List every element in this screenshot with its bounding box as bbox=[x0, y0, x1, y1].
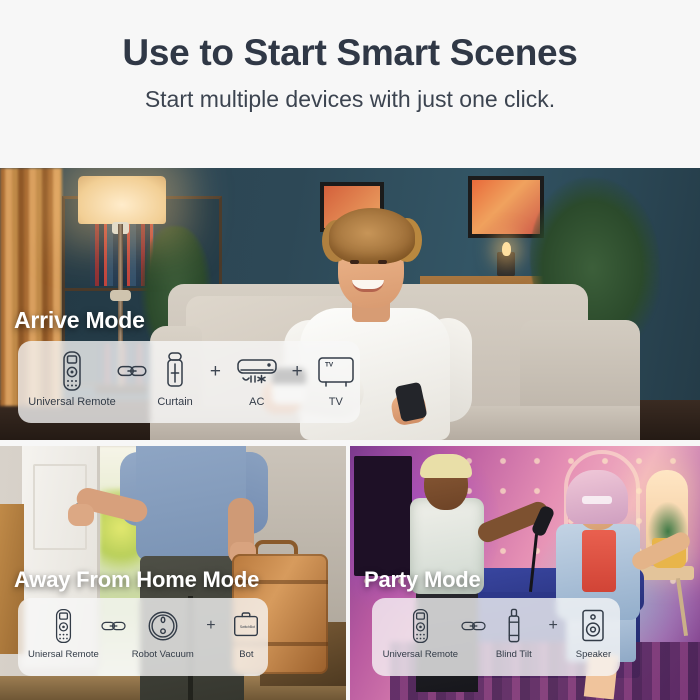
singer2-red-top bbox=[582, 530, 616, 592]
universal-remote-icon bbox=[61, 350, 83, 392]
lamp-shade bbox=[78, 176, 166, 224]
universal-remote-icon bbox=[411, 606, 430, 646]
man-hand-on-door bbox=[68, 504, 94, 526]
device-chip-label: Uniersal Remote bbox=[28, 649, 99, 660]
man-eye-right bbox=[378, 260, 387, 264]
singer1-blond-hair bbox=[420, 454, 472, 478]
page-title: Use to Start Smart Scenes bbox=[122, 32, 578, 73]
link-icon bbox=[117, 363, 147, 379]
svg-text:TV: TV bbox=[325, 362, 334, 369]
plus-connector-1: + bbox=[539, 606, 567, 646]
device-chip-label: Robot Vacuum bbox=[131, 649, 194, 660]
promo-page: Use to Start Smart Scenes Start multiple… bbox=[0, 0, 700, 700]
link-icon bbox=[101, 619, 126, 633]
man-eye-left bbox=[350, 260, 359, 264]
scene-label-arrive-mode: Arrive Mode bbox=[14, 307, 145, 333]
scene-label-party-mode: Party Mode bbox=[364, 567, 481, 592]
plus-connector-1: + bbox=[197, 606, 225, 646]
device-chip-label: Bot bbox=[239, 649, 254, 660]
tv-icon: TV bbox=[315, 350, 357, 392]
device-chip-bot[interactable]: SwitchBot Bot bbox=[225, 606, 268, 660]
arrive-mode-device-panel: Universal Remote Curtain + AC + TV TV bbox=[18, 341, 360, 423]
away-from-home-device-panel: Uniersal Remote Robot Vacuum + SwitchBot… bbox=[18, 598, 268, 676]
device-chip-label: AC bbox=[249, 396, 265, 408]
party-mode-device-panel: Universal Remote Blind Tilt + Speaker bbox=[372, 598, 620, 676]
device-chip-row: Universal Remote bbox=[372, 598, 620, 676]
candle-flame bbox=[502, 242, 511, 256]
page-header: Use to Start Smart Scenes Start multiple… bbox=[0, 0, 700, 168]
plus-icon: + bbox=[206, 617, 216, 634]
device-chip-robot-vacuum[interactable]: Robot Vacuum bbox=[128, 606, 197, 660]
device-chip-row: Uniersal Remote Robot Vacuum + SwitchBot… bbox=[18, 598, 268, 676]
device-chip-universal-remote[interactable]: Uniersal Remote bbox=[28, 606, 99, 660]
plus-connector-2: + bbox=[283, 350, 312, 392]
device-chip-tv[interactable]: TV TV bbox=[312, 350, 360, 408]
device-chip-blind-tilt[interactable]: Blind Tilt bbox=[488, 606, 539, 660]
man-curly-hair bbox=[329, 208, 415, 264]
robot-vacuum-icon bbox=[147, 606, 179, 646]
device-chip-label: Blind Tilt bbox=[495, 649, 532, 660]
plus-icon: + bbox=[548, 617, 558, 634]
scene-label-away-from-home-mode: Away From Home Mode bbox=[14, 567, 260, 592]
device-chip-curtain[interactable]: Curtain bbox=[150, 350, 200, 408]
bot-icon: SwitchBot bbox=[230, 606, 262, 646]
universal-remote-icon bbox=[54, 606, 73, 646]
curtain-icon bbox=[164, 350, 186, 392]
device-chip-label: Speaker bbox=[575, 649, 612, 660]
page-subtitle: Start multiple devices with just one cli… bbox=[144, 86, 556, 113]
device-chip-label: Curtain bbox=[157, 396, 193, 408]
singer2-glasses bbox=[582, 496, 612, 504]
speaker-icon bbox=[578, 606, 608, 646]
link-icon bbox=[461, 619, 486, 633]
device-chip-label: Universal Remote bbox=[28, 396, 116, 408]
device-chip-speaker[interactable]: Speaker bbox=[567, 606, 620, 660]
device-chip-ac[interactable]: AC bbox=[231, 350, 283, 408]
device-chip-universal-remote[interactable]: Universal Remote bbox=[382, 606, 459, 660]
blind-tilt-icon bbox=[504, 606, 524, 646]
plus-connector-1: + bbox=[200, 350, 231, 392]
device-chip-row: Universal Remote bbox=[18, 341, 360, 423]
device-chip-universal-remote[interactable]: Universal Remote bbox=[28, 350, 116, 408]
plus-icon: + bbox=[209, 360, 221, 382]
device-chip-label: Universal Remote bbox=[382, 649, 459, 660]
bot-brand-text: SwitchBot bbox=[240, 625, 255, 629]
air-conditioner-icon bbox=[234, 350, 280, 392]
link-connector bbox=[99, 606, 129, 646]
link-connector bbox=[114, 350, 150, 392]
device-chip-label: TV bbox=[328, 396, 343, 408]
dark-doorway bbox=[354, 456, 412, 576]
link-connector bbox=[459, 606, 489, 646]
lamp-joint bbox=[110, 290, 131, 301]
plus-icon: + bbox=[291, 360, 303, 382]
